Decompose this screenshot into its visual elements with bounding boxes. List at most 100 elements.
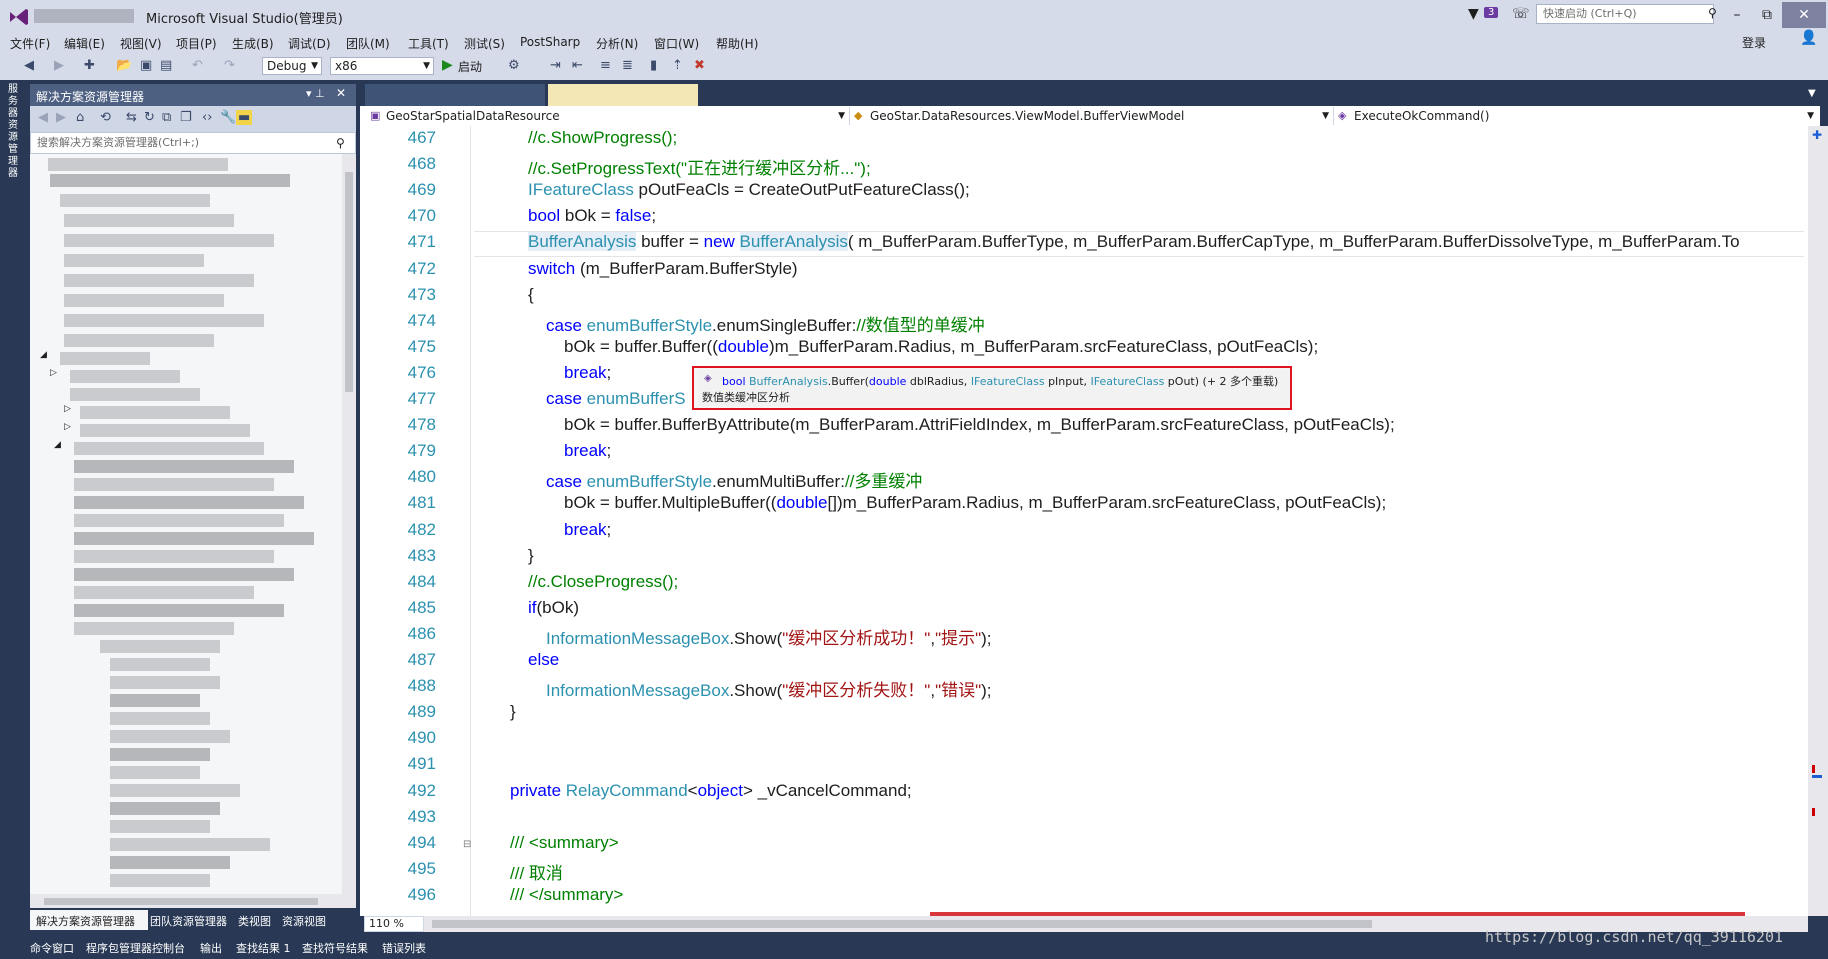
tab-package-manager-console[interactable]: 程序包管理器控制台 xyxy=(86,940,185,956)
search-icon[interactable]: ⚲ xyxy=(336,136,345,150)
collapse-icon[interactable]: ▷ xyxy=(64,404,71,414)
tab-resource-view[interactable]: 资源视图 xyxy=(282,913,326,929)
save-icon[interactable]: ▣ xyxy=(140,58,152,73)
tree-item[interactable] xyxy=(110,748,210,761)
scrollbar-thumb[interactable] xyxy=(345,172,353,392)
outdent-icon[interactable]: ≣ xyxy=(622,58,633,73)
server-explorer-tab[interactable]: 服务器资源管理器 xyxy=(8,84,22,180)
code-line[interactable]: //c.ShowProgress(); xyxy=(528,128,677,148)
show-all-files-icon[interactable]: ❐ xyxy=(180,110,192,125)
save-all-icon[interactable]: ▤ xyxy=(160,58,172,73)
tree-item[interactable] xyxy=(110,766,200,779)
indent-icon[interactable]: ≡ xyxy=(600,58,611,73)
properties-icon[interactable]: 🔧 xyxy=(220,110,236,125)
back-icon[interactable]: ◀ xyxy=(38,110,48,125)
code-line[interactable]: bOk = buffer.BufferByAttribute(m_BufferP… xyxy=(564,415,1395,435)
menu-team[interactable]: 团队(M) xyxy=(346,35,390,52)
tree-item[interactable] xyxy=(110,658,210,671)
tree-item[interactable] xyxy=(64,314,264,327)
forward-icon[interactable]: ▶ xyxy=(56,110,66,125)
code-line[interactable]: private RelayCommand<object> _vCancelCom… xyxy=(510,781,912,801)
code-line[interactable]: bOk = buffer.MultipleBuffer((double[])m_… xyxy=(564,493,1386,513)
expand-icon[interactable]: ◢ xyxy=(54,440,61,450)
code-line[interactable]: if(bOk) xyxy=(528,598,579,618)
menu-help[interactable]: 帮助(H) xyxy=(716,35,758,52)
tree-item[interactable] xyxy=(74,604,284,617)
notification-count-badge[interactable]: 3 xyxy=(1484,7,1499,18)
document-tab[interactable] xyxy=(365,84,545,106)
member-select[interactable]: ◈ ExecuteOkCommand() ▼ xyxy=(1334,107,1818,125)
search-icon[interactable]: ⚲ xyxy=(1708,6,1717,20)
code-line[interactable]: case enumBufferS xyxy=(546,389,686,409)
tree-item[interactable] xyxy=(110,712,210,725)
solution-config-select[interactable]: Debug ▼ xyxy=(262,57,322,75)
preview-icon[interactable]: ▬ xyxy=(236,110,253,125)
restore-button[interactable]: ⧉ xyxy=(1752,2,1782,28)
tab-team-explorer[interactable]: 团队资源管理器 xyxy=(150,913,227,929)
code-line[interactable]: switch (m_BufferParam.BufferStyle) xyxy=(528,259,798,279)
collapse-region-icon[interactable]: ⊟ xyxy=(463,839,471,850)
scrollbar-thumb[interactable] xyxy=(44,898,318,905)
next-bookmark-icon[interactable]: ⇡ xyxy=(672,58,683,73)
menu-file[interactable]: 文件(F) xyxy=(10,35,50,52)
scrollbar-thumb[interactable] xyxy=(432,920,1372,928)
tree-item[interactable] xyxy=(74,532,314,545)
tab-find-symbol-results[interactable]: 查找符号结果 xyxy=(302,940,368,956)
code-line[interactable]: case enumBufferStyle.enumSingleBuffer://… xyxy=(546,311,985,336)
tree-item[interactable] xyxy=(110,856,230,869)
undo-icon[interactable]: ↶ xyxy=(192,58,203,73)
tree-item[interactable] xyxy=(110,820,210,833)
tree-item[interactable] xyxy=(74,622,234,635)
open-file-icon[interactable]: 📂 xyxy=(116,58,132,73)
collapse-icon[interactable]: ▷ xyxy=(64,422,71,432)
tree-item[interactable] xyxy=(60,194,210,207)
editor-vertical-scrollbar[interactable] xyxy=(1808,126,1828,916)
tree-item[interactable] xyxy=(110,874,210,887)
code-line[interactable]: //c.CloseProgress(); xyxy=(528,572,678,592)
tree-item[interactable] xyxy=(64,254,204,267)
clear-bookmarks-icon[interactable]: ✖ xyxy=(694,58,705,73)
code-line[interactable]: /// 取消 xyxy=(510,859,563,884)
menu-edit[interactable]: 编辑(E) xyxy=(64,35,105,52)
code-line[interactable]: break; xyxy=(564,520,611,540)
code-line[interactable]: InformationMessageBox.Show("缓冲区分析失败！","错… xyxy=(546,676,992,701)
tree-item[interactable] xyxy=(70,370,180,383)
code-line[interactable]: BufferAnalysis buffer = new BufferAnalys… xyxy=(528,232,1740,252)
code-line[interactable]: bool bOk = false; xyxy=(528,206,656,226)
code-line[interactable]: } xyxy=(510,702,516,722)
browser-link-icon[interactable]: ⚙ xyxy=(508,58,520,73)
filter-notification-icon[interactable]: ▼ xyxy=(1468,6,1479,22)
tab-find-results-1[interactable]: 查找结果 1 xyxy=(236,940,291,956)
tree-item[interactable] xyxy=(64,274,254,287)
tab-output[interactable]: 输出 xyxy=(200,940,222,956)
tree-item[interactable] xyxy=(100,640,220,653)
pending-changes-icon[interactable]: ⟲ xyxy=(100,110,111,125)
tree-item[interactable] xyxy=(74,460,294,473)
tree-item[interactable] xyxy=(74,586,254,599)
tree-item[interactable] xyxy=(74,478,274,491)
new-project-icon[interactable]: ✚ xyxy=(84,58,95,73)
tree-item[interactable] xyxy=(110,802,220,815)
tree-item[interactable] xyxy=(110,784,240,797)
tree-item[interactable] xyxy=(80,424,250,437)
code-line[interactable]: bOk = buffer.Buffer((double)m_BufferPara… xyxy=(564,337,1318,357)
menu-debug[interactable]: 调试(D) xyxy=(288,35,331,52)
redo-icon[interactable]: ↷ xyxy=(224,58,235,73)
back-icon[interactable]: ◀ xyxy=(24,58,34,73)
tree-item[interactable] xyxy=(60,352,150,365)
solution-explorer-search-input[interactable]: 搜索解决方案资源管理器(Ctrl+;) xyxy=(30,132,356,154)
menu-analyze[interactable]: 分析(N) xyxy=(596,35,638,52)
tree-item[interactable] xyxy=(110,676,220,689)
home-icon[interactable]: ⌂ xyxy=(76,110,84,125)
tab-command-window[interactable]: 命令窗口 xyxy=(30,940,74,956)
start-debug-icon[interactable]: ▶ xyxy=(442,57,453,73)
project-select[interactable]: ▣ GeoStarSpatialDataResource ▼ xyxy=(366,107,850,125)
code-line[interactable]: //c.SetProgressText("正在进行缓冲区分析..."); xyxy=(528,154,871,179)
code-line[interactable]: break; xyxy=(564,441,611,461)
code-line[interactable]: break; xyxy=(564,363,611,383)
tree-item[interactable] xyxy=(64,234,274,247)
code-line[interactable]: { xyxy=(528,285,534,305)
tree-item[interactable] xyxy=(110,694,200,707)
step-icon[interactable]: ⇥ xyxy=(550,58,561,73)
step-over-icon[interactable]: ⇤ xyxy=(572,58,583,73)
